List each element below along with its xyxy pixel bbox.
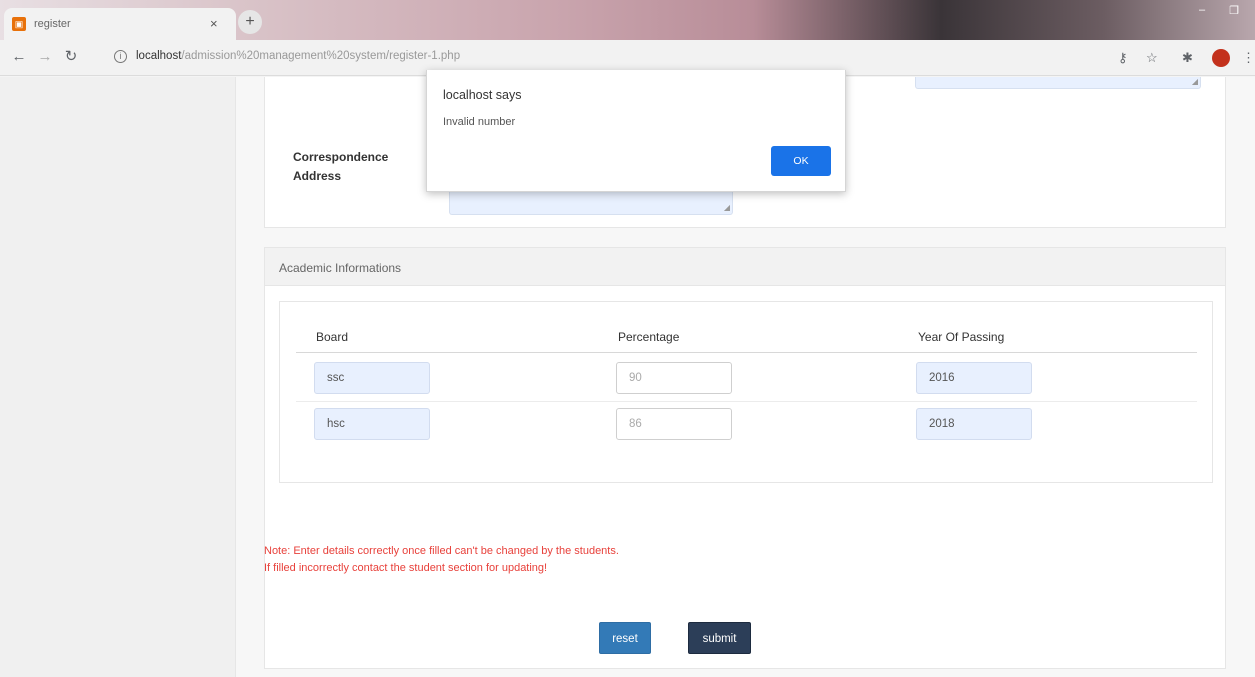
submit-button[interactable]: submit xyxy=(688,622,751,654)
alert-message: Invalid number xyxy=(443,116,516,128)
column-header-board: Board xyxy=(316,330,349,344)
new-tab-button[interactable]: + xyxy=(238,10,262,34)
note-text: Note: Enter details correctly once fille… xyxy=(264,543,619,577)
alert-origin: localhost says xyxy=(443,88,522,102)
column-header-percentage: Percentage xyxy=(618,330,680,344)
row-divider xyxy=(296,401,1197,402)
academic-header: Academic Informations xyxy=(265,248,1225,286)
note-line-1: Note: Enter details correctly once fille… xyxy=(264,545,619,557)
url-text: localhost/admission%20management%20syste… xyxy=(136,50,460,62)
correspondence-address-textarea[interactable]: ◢ xyxy=(449,188,733,215)
minimize-icon[interactable]: ‒ xyxy=(1199,4,1205,20)
back-arrow-icon[interactable]: ← xyxy=(10,48,28,66)
page-content: ◢ Correspondence Address ◢ Academic Info… xyxy=(0,70,1255,677)
info-icon[interactable]: i xyxy=(114,50,127,63)
academic-card: Academic Informations Board Percentage Y… xyxy=(264,247,1226,669)
year-input-row-2[interactable]: 2018 xyxy=(916,408,1032,440)
alert-dialog: localhost says Invalid number OK xyxy=(426,70,846,192)
extensions-icon[interactable]: ✱ xyxy=(1182,50,1193,66)
maximize-icon[interactable]: ❐ xyxy=(1229,4,1239,20)
header-divider xyxy=(296,352,1197,353)
browser-tab[interactable]: ▣ register × xyxy=(4,8,236,40)
label-line-2: Address xyxy=(293,169,342,183)
academic-title: Academic Informations xyxy=(279,261,402,275)
address-bar[interactable]: i localhost/admission%20management%20sys… xyxy=(110,46,1110,70)
reset-button[interactable]: reset xyxy=(599,622,651,654)
left-panel xyxy=(0,77,236,677)
column-header-year: Year Of Passing xyxy=(918,330,1005,344)
window-controls: ‒ ❐ xyxy=(1187,4,1251,20)
note-line-2: If filled incorrectly contact the studen… xyxy=(264,562,548,574)
resize-grip-icon[interactable]: ◢ xyxy=(1192,78,1198,86)
reload-icon[interactable]: ↻ xyxy=(62,48,80,66)
percentage-input-row-2[interactable]: 86 xyxy=(616,408,732,440)
percentage-input-row-1[interactable]: 90 xyxy=(616,362,732,394)
label-line-1: Correspondence xyxy=(293,150,389,164)
correspondence-address-label: Correspondence Address xyxy=(293,148,388,186)
board-input-row-2[interactable]: hsc xyxy=(314,408,430,440)
year-input-row-1[interactable]: 2016 xyxy=(916,362,1032,394)
resize-grip-icon[interactable]: ◢ xyxy=(724,204,730,212)
profile-avatar[interactable] xyxy=(1212,49,1230,67)
academic-table: Board Percentage Year Of Passing ssc 90 … xyxy=(279,301,1213,483)
forward-arrow-icon[interactable]: → xyxy=(36,48,54,66)
browser-title-bar: ▣ register × + ‒ ❐ xyxy=(0,0,1255,40)
board-input-row-1[interactable]: ssc xyxy=(314,362,430,394)
favicon-icon: ▣ xyxy=(12,17,26,31)
menu-icon[interactable]: ⋮ xyxy=(1242,50,1255,66)
tab-close-icon[interactable]: × xyxy=(210,16,218,31)
tab-title: register xyxy=(34,18,71,30)
alert-ok-button[interactable]: OK xyxy=(771,146,831,176)
key-icon[interactable]: ⚷ xyxy=(1118,50,1128,66)
star-icon[interactable]: ☆ xyxy=(1146,50,1158,66)
permanent-address-textarea[interactable]: ◢ xyxy=(915,77,1201,89)
url-host: localhost xyxy=(136,50,182,62)
url-path: /admission%20management%20system/registe… xyxy=(181,50,461,62)
